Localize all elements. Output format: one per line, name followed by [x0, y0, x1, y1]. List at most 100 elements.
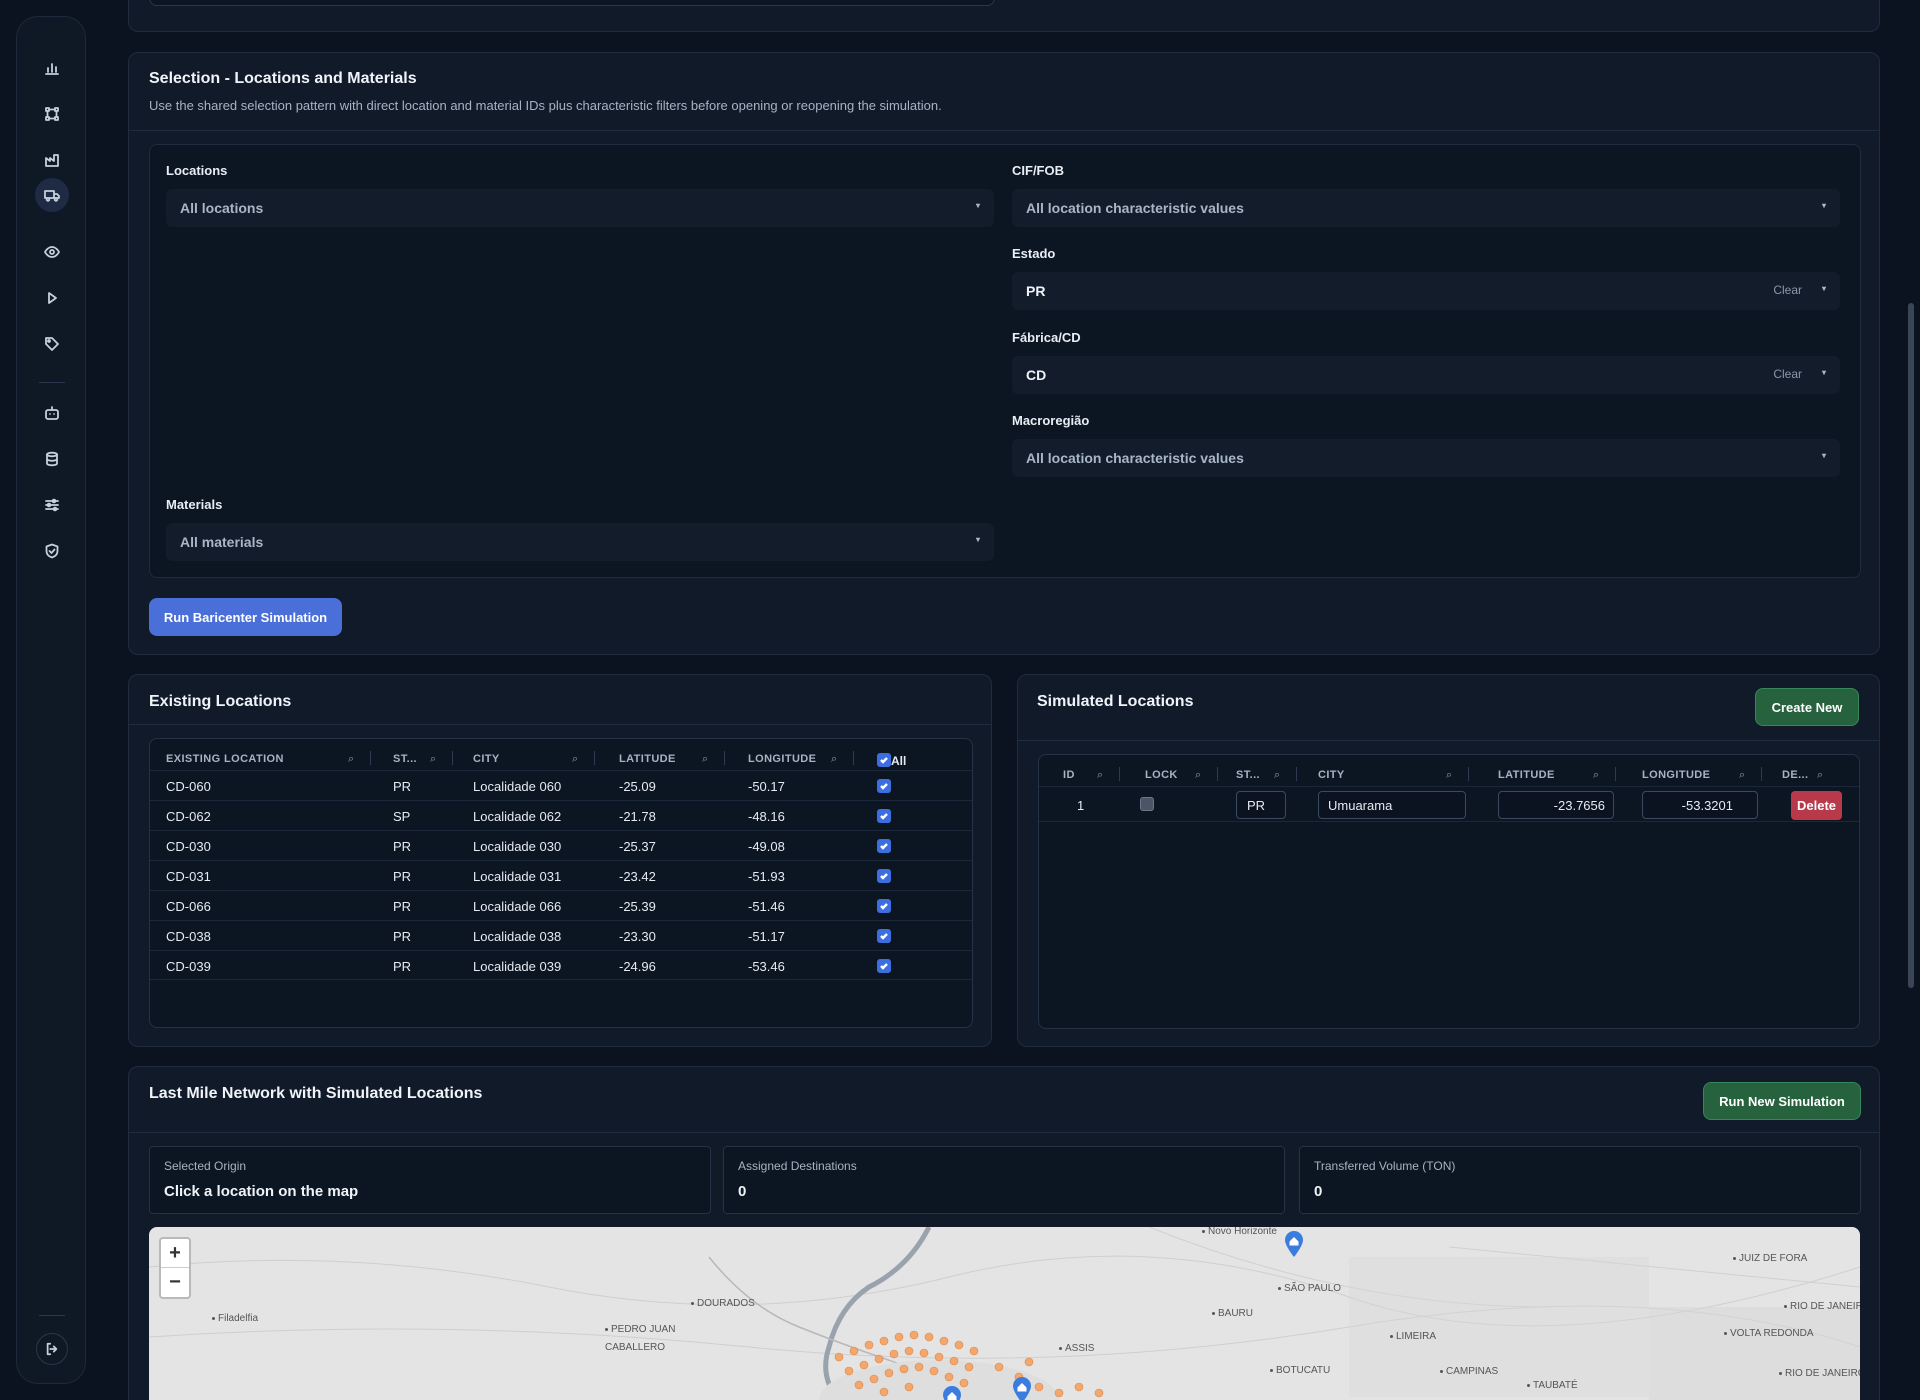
row-checkbox[interactable]	[877, 869, 891, 883]
lock-checkbox[interactable]	[1140, 797, 1154, 811]
col-header-lock[interactable]: LOCK	[1145, 769, 1178, 781]
selection-panel: Locations All locations ▾ CIF/FOB All lo…	[149, 144, 1861, 578]
search-icon[interactable]: ⌕	[348, 753, 354, 766]
col-header-longitude[interactable]: LONGITUDE	[748, 753, 816, 765]
sliders-icon[interactable]	[39, 492, 65, 518]
chevron-down-icon: ▾	[975, 201, 980, 210]
network-icon[interactable]	[39, 101, 65, 127]
col-header-state[interactable]: ST...	[1236, 769, 1260, 781]
zoom-in-button[interactable]: +	[161, 1239, 189, 1268]
bar-chart-icon[interactable]	[39, 55, 65, 81]
col-header-latitude[interactable]: LATITUDE	[619, 753, 676, 765]
table-row[interactable]: CD-039 PR Localidade 039 -24.96 -53.46	[150, 950, 972, 980]
col-header-city[interactable]: CITY	[473, 753, 500, 765]
page-scrollbar[interactable]	[1906, 0, 1916, 1400]
divider	[1018, 740, 1879, 741]
col-header-existing-location[interactable]: EXISTING LOCATION	[166, 753, 284, 765]
divider	[129, 1132, 1879, 1133]
zoom-out-button[interactable]: −	[161, 1268, 189, 1297]
table-row[interactable]: CD-062 SP Localidade 062 -21.78 -48.16	[150, 800, 972, 830]
materials-select[interactable]: All materials ▾	[166, 523, 994, 561]
clear-button[interactable]: Clear	[1773, 283, 1802, 297]
search-icon[interactable]: ⌕	[1817, 769, 1823, 782]
col-header-state[interactable]: ST...	[393, 753, 417, 765]
tag-icon[interactable]	[39, 331, 65, 357]
table-row[interactable]: CD-066 PR Localidade 066 -25.39 -51.46	[150, 890, 972, 920]
chevron-down-icon: ▾	[975, 535, 980, 544]
table-row[interactable]: 1 PR Umuarama -23.7656 -53.3201 Delete	[1039, 786, 1859, 822]
location-pin-icon[interactable]	[1011, 1376, 1033, 1400]
location-pin-icon[interactable]	[1283, 1230, 1305, 1258]
eye-icon[interactable]	[39, 239, 65, 265]
logout-icon[interactable]	[36, 1333, 68, 1365]
run-baricenter-button[interactable]: Run Baricenter Simulation	[149, 598, 342, 636]
search-icon[interactable]: ⌕	[1593, 769, 1599, 782]
table-row[interactable]: CD-030 PR Localidade 030 -25.37 -49.08	[150, 830, 972, 860]
cell-state: PR	[393, 959, 412, 974]
search-icon[interactable]: ⌕	[1446, 769, 1452, 782]
map-label: VOLTA REDONDA	[1724, 1328, 1814, 1339]
location-pin-icon[interactable]	[941, 1385, 963, 1400]
delete-button[interactable]: Delete	[1791, 791, 1842, 820]
select-all-checkbox[interactable]	[877, 753, 891, 767]
row-checkbox[interactable]	[877, 929, 891, 943]
play-icon[interactable]	[39, 285, 65, 311]
filter-value: All location characteristic values	[1026, 200, 1244, 216]
search-icon[interactable]: ⌕	[430, 753, 436, 766]
row-checkbox[interactable]	[877, 809, 891, 823]
col-header-latitude[interactable]: LATITUDE	[1498, 769, 1555, 781]
longitude-input[interactable]: -53.3201	[1642, 791, 1758, 819]
clear-button[interactable]: Clear	[1773, 367, 1802, 381]
column-separator	[370, 751, 371, 765]
cell-city: Localidade 060	[473, 779, 562, 794]
filter-label-cif-fob: CIF/FOB	[1012, 163, 1064, 178]
network-map[interactable]: + − Novo Horizonte JUIZ DE FORA SÃO PAUL…	[149, 1227, 1860, 1400]
search-icon[interactable]: ⌕	[1097, 769, 1103, 782]
row-checkbox[interactable]	[877, 779, 891, 793]
search-icon[interactable]: ⌕	[831, 753, 837, 766]
search-icon[interactable]: ⌕	[1195, 769, 1201, 782]
col-header-delete[interactable]: DE...	[1782, 769, 1808, 781]
scrollbar-thumb[interactable]	[1908, 303, 1914, 988]
chevron-down-icon: ▾	[1821, 284, 1826, 293]
col-header-longitude[interactable]: LONGITUDE	[1642, 769, 1710, 781]
filter-select-estado[interactable]: PR Clear ▾	[1012, 272, 1840, 310]
row-checkbox[interactable]	[877, 839, 891, 853]
latitude-input[interactable]: -23.7656	[1498, 791, 1614, 819]
search-icon[interactable]: ⌕	[1274, 769, 1280, 782]
table-row[interactable]: CD-031 PR Localidade 031 -23.42 -51.93	[150, 860, 972, 890]
shield-icon[interactable]	[39, 538, 65, 564]
create-new-button[interactable]: Create New	[1755, 688, 1859, 726]
table-row[interactable]: CD-060 PR Localidade 060 -25.09 -50.17	[150, 770, 972, 800]
city-input[interactable]: Umuarama	[1318, 791, 1466, 819]
filter-select-fabrica-cd[interactable]: CD Clear ▾	[1012, 356, 1840, 394]
filter-select-macroregiao[interactable]: All location characteristic values ▾	[1012, 439, 1840, 477]
col-header-city[interactable]: CITY	[1318, 769, 1345, 781]
search-icon[interactable]: ⌕	[702, 753, 708, 766]
cell-longitude: -48.16	[748, 809, 785, 824]
simulated-table: ID ⌕ LOCK ⌕ ST... ⌕ CITY ⌕ LATITUDE ⌕ LO…	[1038, 754, 1860, 1029]
cell-latitude: -23.30	[619, 929, 656, 944]
database-icon[interactable]	[39, 446, 65, 472]
robot-icon[interactable]	[39, 400, 65, 426]
divider	[129, 724, 991, 725]
row-checkbox[interactable]	[877, 959, 891, 973]
cell-latitude: -25.39	[619, 899, 656, 914]
existing-locations-card: Existing Locations EXISTING LOCATION ⌕ S…	[128, 674, 992, 1047]
simulated-locations-card: Simulated Locations Create New ID ⌕ LOCK…	[1017, 674, 1880, 1047]
search-icon[interactable]: ⌕	[1739, 769, 1745, 782]
cell-latitude: -25.09	[619, 779, 656, 794]
truck-icon[interactable]	[35, 178, 69, 212]
state-input[interactable]: PR	[1236, 791, 1286, 819]
previous-input[interactable]	[149, 0, 995, 6]
filter-value: PR	[1026, 283, 1046, 299]
search-icon[interactable]: ⌕	[572, 753, 578, 766]
row-checkbox[interactable]	[877, 899, 891, 913]
run-new-simulation-button[interactable]: Run New Simulation	[1703, 1082, 1861, 1120]
table-row[interactable]: CD-038 PR Localidade 038 -23.30 -51.17	[150, 920, 972, 950]
filter-select-cif-fob[interactable]: All location characteristic values ▾	[1012, 189, 1840, 227]
col-header-id[interactable]: ID	[1063, 769, 1075, 781]
map-label: TAUBATÉ	[1527, 1380, 1578, 1391]
factory-icon[interactable]	[39, 147, 65, 173]
locations-select[interactable]: All locations ▾	[166, 189, 994, 227]
